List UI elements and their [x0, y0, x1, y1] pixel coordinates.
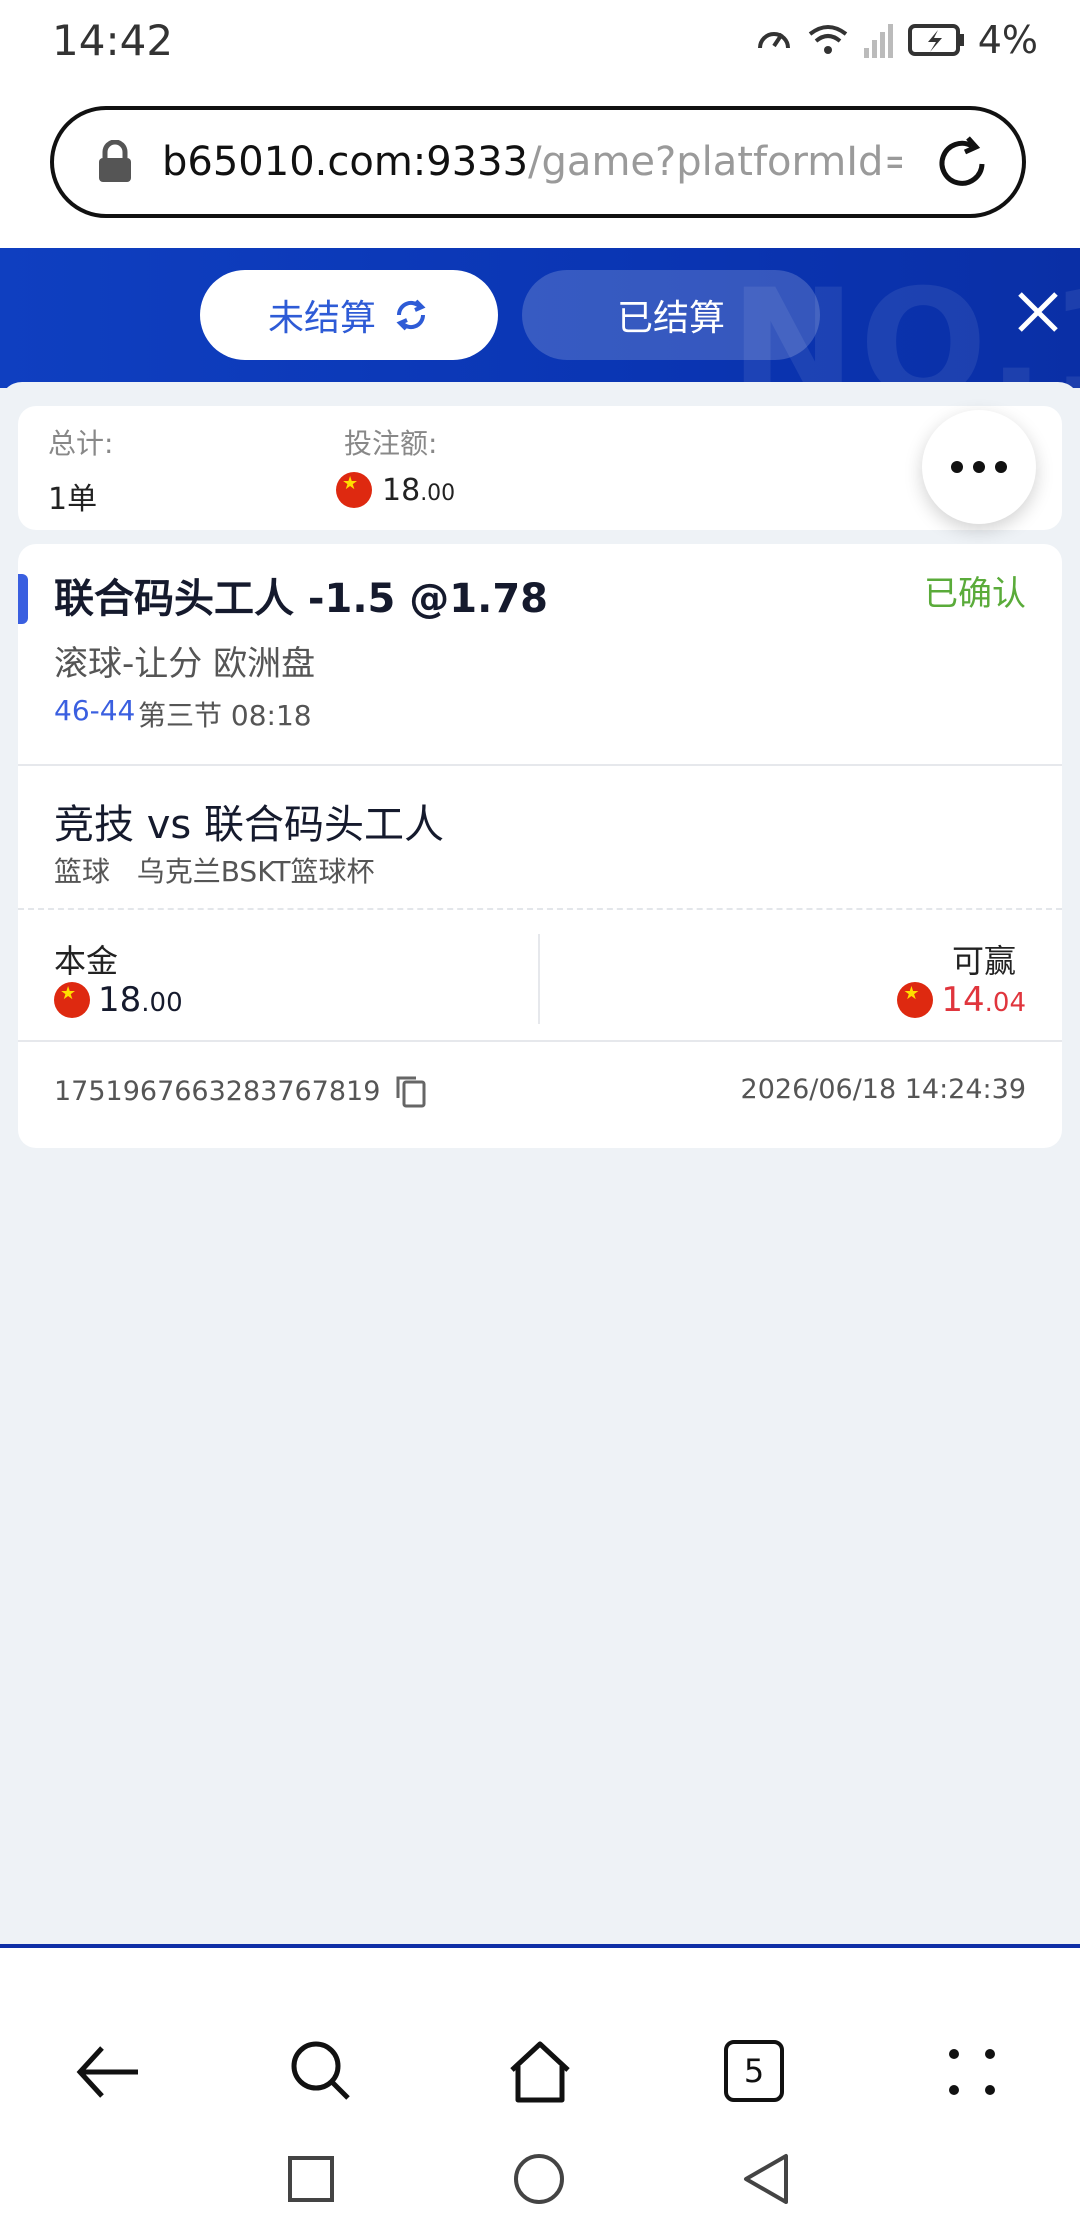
order-id-text: 1751967663283767819: [54, 1075, 381, 1107]
home-icon[interactable]: [504, 2036, 576, 2108]
browser-toolbar: b65010.com:9333/game?platformId=42: [0, 90, 1080, 248]
accent-bar: [18, 574, 28, 624]
home-circle-icon[interactable]: [512, 2152, 566, 2206]
league-name: 乌克兰BSKT篮球杯: [136, 855, 375, 888]
vertical-divider: [538, 934, 540, 1024]
battery-icon: [907, 24, 964, 56]
url-path: /game?platformId=42: [528, 139, 902, 185]
browser-bottom-nav: 5: [0, 1948, 1080, 2240]
bet-card[interactable]: 联合码头工人 -1.5 @1.78 已确认 滚球-让分 欧洲盘 46-44 第三…: [18, 544, 1062, 1148]
dashed-divider: [18, 908, 1062, 910]
total-value: 1单: [48, 482, 98, 517]
speed-icon: [757, 32, 790, 49]
signal-icon: [863, 24, 893, 58]
lock-icon[interactable]: [90, 137, 140, 187]
wifi-icon: [808, 25, 847, 54]
win-value: 14.04: [897, 980, 1026, 1020]
url-host: b65010.com:9333: [162, 139, 529, 185]
back-triangle-icon[interactable]: [740, 2152, 794, 2206]
more-dot: [973, 461, 985, 473]
refresh-icon[interactable]: [392, 296, 430, 334]
win-label: 可赢: [951, 942, 1016, 980]
recents-square-icon[interactable]: [284, 2152, 338, 2206]
cny-flag-icon: [897, 982, 934, 1018]
bet-record-header: NO.1 未结算 已结算: [0, 248, 1080, 388]
url-text[interactable]: b65010.com:9333/game?platformId=42: [162, 139, 902, 185]
divider: [18, 1040, 1062, 1042]
bet-title: 联合码头工人 -1.5 @1.78: [54, 576, 549, 622]
tab-settled-label: 已结算: [616, 298, 725, 339]
principal-dec: .00: [141, 988, 183, 1018]
cny-flag-icon: [54, 982, 90, 1018]
address-bar[interactable]: b65010.com:9333/game?platformId=42: [50, 106, 1026, 218]
bet-market: 滚球-让分 欧洲盘: [54, 644, 316, 684]
tabs-count: 5: [743, 2052, 765, 2090]
battery-percent: 4%: [977, 18, 1038, 62]
stake-dec: .00: [420, 480, 456, 506]
more-dot: [995, 461, 1007, 473]
principal-label: 本金: [54, 942, 119, 980]
league-info: 篮球 乌克兰BSKT篮球杯: [54, 850, 375, 890]
more-button[interactable]: [922, 410, 1036, 524]
match-name: 竞技 vs 联合码头工人: [54, 802, 444, 848]
stake-int: 18: [382, 472, 421, 508]
win-dec: .04: [984, 988, 1026, 1018]
status-time: 14:42: [52, 16, 174, 65]
menu-dots-icon[interactable]: [936, 2036, 1008, 2108]
cny-flag-icon: [336, 472, 372, 508]
stake-value: 18.00: [336, 472, 455, 508]
reload-icon[interactable]: [932, 134, 992, 194]
status-badge: 已确认: [924, 574, 1026, 614]
sport-name: 篮球: [54, 855, 111, 888]
tab-settled[interactable]: 已结算: [522, 270, 820, 360]
total-label: 总计:: [48, 427, 114, 460]
order-id: 1751967663283767819: [54, 1074, 428, 1108]
status-bar: 14:42 4%: [0, 0, 1080, 90]
win-int: 14: [941, 980, 985, 1020]
stake-label: 投注额:: [344, 427, 438, 460]
close-icon[interactable]: [1016, 290, 1060, 334]
principal-value: 18.00: [54, 980, 183, 1020]
tab-unsettled[interactable]: 未结算: [200, 270, 498, 360]
more-dots-icon: [951, 461, 963, 473]
back-arrow-icon[interactable]: [72, 2036, 144, 2108]
divider: [18, 764, 1062, 766]
copy-icon[interactable]: [394, 1074, 428, 1108]
summary-card: 总计: 1单 投注额: 18.00: [18, 406, 1062, 530]
search-icon[interactable]: [286, 2036, 358, 2108]
tabs-count-button[interactable]: 5: [724, 2040, 784, 2102]
bet-datetime: 2026/06/18 14:24:39: [740, 1074, 1026, 1105]
tab-unsettled-label: 未结算: [267, 298, 376, 339]
live-score: 46-44: [54, 694, 136, 727]
principal-int: 18: [98, 980, 142, 1020]
game-period: 第三节 08:18: [138, 699, 312, 732]
status-icons: 4%: [754, 18, 1038, 62]
